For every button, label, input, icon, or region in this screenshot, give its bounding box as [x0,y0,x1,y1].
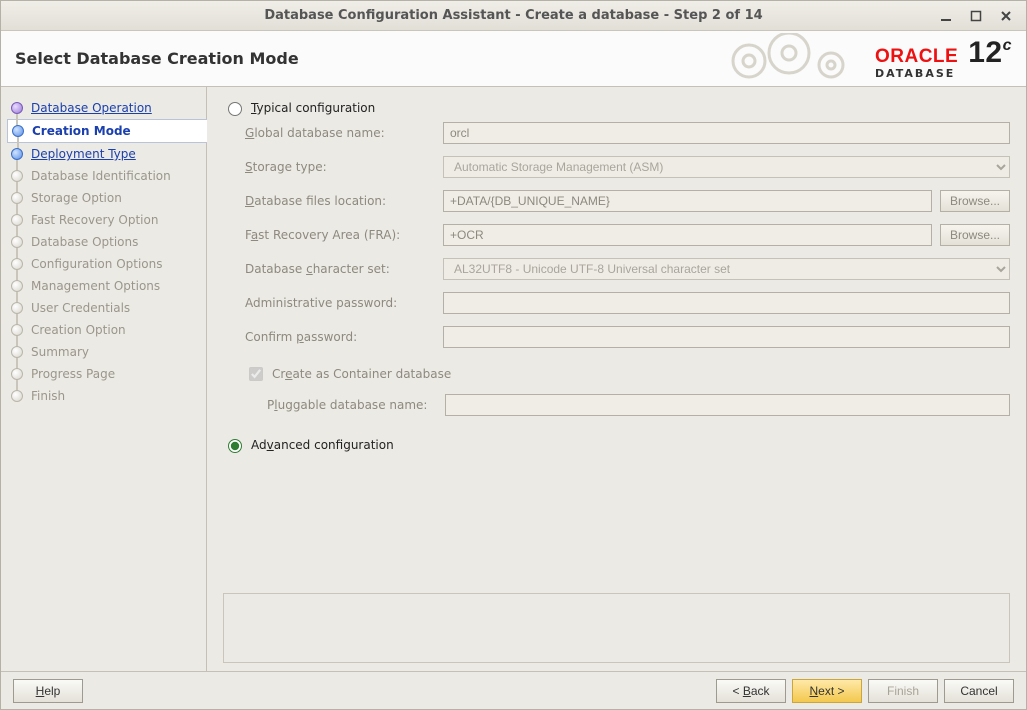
confirm-password-field [443,326,1010,348]
gears-icon [719,33,869,85]
step-label: Summary [31,345,89,359]
admin-password-label: Administrative password: [245,296,435,310]
step-dot-icon [11,258,23,270]
step-label[interactable]: Deployment Type [31,147,136,161]
advanced-config-radio[interactable] [228,439,242,453]
next-button[interactable]: Next > [792,679,862,703]
fra-field [443,224,932,246]
sidebar: Database Operation Creation Mode Deploym… [1,87,207,671]
step-dot-icon [11,368,23,380]
step-dot-icon [11,324,23,336]
typical-config-label[interactable]: TTypical configurationypical configurati… [251,101,375,115]
step-storage-option: Storage Option [7,187,206,209]
step-label: Fast Recovery Option [31,213,158,227]
window-controls [938,8,1020,24]
step-label: Progress Page [31,367,115,381]
body: Database Operation Creation Mode Deploym… [1,87,1026,671]
step-progress-page: Progress Page [7,363,206,385]
pluggable-db-field [445,394,1010,416]
brand-version-sup: c [1003,37,1012,54]
confirm-password-label: Confirm password: [245,330,435,344]
step-dot-icon [11,102,23,114]
titlebar: Database Configuration Assistant - Creat… [1,1,1026,31]
storage-type-label: Storage type: [245,160,435,174]
main-panel: TTypical configurationypical configurati… [207,87,1026,671]
help-button[interactable]: Help [13,679,83,703]
step-creation-option: Creation Option [7,319,206,341]
step-label: Configuration Options [31,257,163,271]
step-dot-icon [11,236,23,248]
typical-config-radio[interactable] [228,102,242,116]
step-dot-icon [11,302,23,314]
global-db-name-field [443,122,1010,144]
window-title: Database Configuration Assistant - Creat… [1,8,1026,23]
finish-button: Finish [868,679,938,703]
page-title: Select Database Creation Mode [15,49,299,68]
advanced-config-label[interactable]: Advanced configuration [251,438,394,452]
banner-branding: ORACLE 12c DATABASE [719,33,1012,85]
typical-config-radio-row: TTypical configurationypical configurati… [223,99,1010,116]
global-db-name-label: Global database name: [245,126,435,140]
step-dot-icon [11,170,23,182]
step-dot-icon [11,214,23,226]
step-label: Creation Option [31,323,126,337]
brand-sub: DATABASE [875,68,1012,79]
step-database-identification: Database Identification [7,165,206,187]
step-configuration-options: Configuration Options [7,253,206,275]
pluggable-db-label: Pluggable database name: [267,398,437,412]
step-dot-icon [11,148,23,160]
status-area [223,593,1010,663]
step-database-options: Database Options [7,231,206,253]
step-dot-icon [11,346,23,358]
container-db-row: Create as Container database [245,364,1010,384]
storage-type-select: Automatic Storage Management (ASM) [443,156,1010,178]
footer: Help < Back Next > Finish Cancel [1,671,1026,709]
maximize-icon[interactable] [968,8,984,24]
brand-version: 12 [968,36,1002,69]
step-fast-recovery-option: Fast Recovery Option [7,209,206,231]
admin-password-field [443,292,1010,314]
charset-label: Database character set: [245,262,435,276]
step-creation-mode: Creation Mode [7,119,207,143]
step-user-credentials: User Credentials [7,297,206,319]
step-finish: Finish [7,385,206,407]
container-db-label: Create as Container database [272,367,451,381]
step-label: Database Options [31,235,138,249]
step-database-operation[interactable]: Database Operation [7,97,206,119]
step-label: Management Options [31,279,160,293]
step-summary: Summary [7,341,206,363]
back-button[interactable]: < Back [716,679,786,703]
nav-buttons: < Back Next > Finish Cancel [716,679,1014,703]
minimize-icon[interactable] [938,8,954,24]
step-label: Database Identification [31,169,171,183]
container-db-checkbox [249,367,263,381]
step-dot-icon [11,390,23,402]
advanced-config-radio-row: Advanced configuration [223,436,1010,453]
charset-select: AL32UTF8 - Unicode UTF-8 Universal chara… [443,258,1010,280]
step-label: Finish [31,389,65,403]
fra-label: Fast Recovery Area (FRA): [245,228,435,242]
oracle-logo: ORACLE 12c DATABASE [875,38,1012,79]
step-label[interactable]: Database Operation [31,101,152,115]
close-icon[interactable] [998,8,1014,24]
brand-word: ORACLE [875,47,958,66]
step-deployment-type[interactable]: Deployment Type [7,143,206,165]
step-label: Creation Mode [32,124,131,138]
db-files-browse-button: Browse... [940,190,1010,212]
step-dot-icon [11,192,23,204]
step-label: Storage Option [31,191,122,205]
typical-config-fields: Global database name: Storage type: Auto… [245,122,1010,416]
step-label: User Credentials [31,301,130,315]
step-dot-icon [11,280,23,292]
fra-browse-button: Browse... [940,224,1010,246]
step-dot-icon [12,125,24,137]
cancel-button[interactable]: Cancel [944,679,1014,703]
db-files-location-label: Database files location: [245,194,435,208]
step-list: Database Operation Creation Mode Deploym… [7,97,206,407]
banner: Select Database Creation Mode ORACLE 12c… [1,31,1026,87]
db-files-location-field [443,190,932,212]
form-area: TTypical configurationypical configurati… [223,99,1010,585]
step-management-options: Management Options [7,275,206,297]
window: Database Configuration Assistant - Creat… [0,0,1027,710]
